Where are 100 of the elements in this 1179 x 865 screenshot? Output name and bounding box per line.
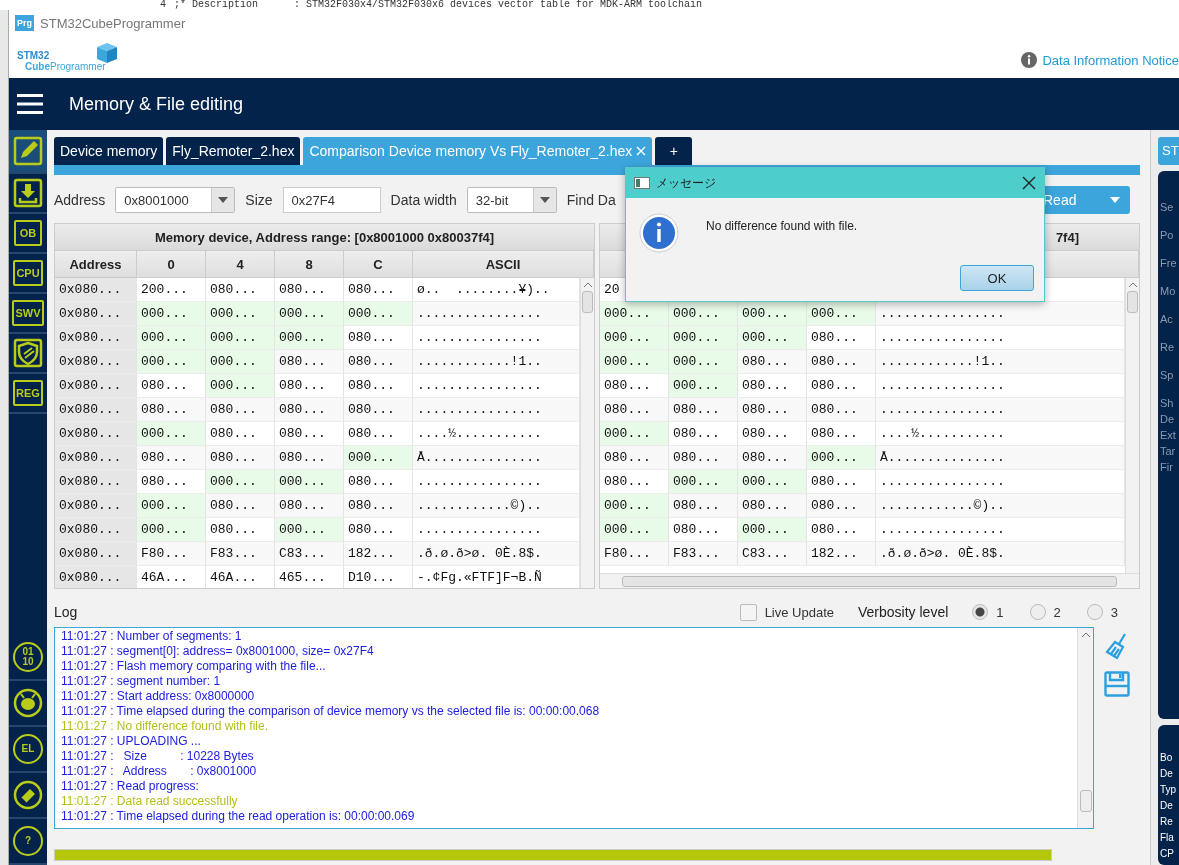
table-cell: 46A... (206, 566, 275, 588)
panel-label: Mo (1160, 284, 1177, 297)
panel-label: Re (1160, 815, 1174, 829)
panel-label: Tar (1160, 444, 1177, 457)
table-title: Memory device, Address range: [0x8001000 0x80037f4] (55, 224, 594, 251)
sidebar-label: EL (13, 734, 43, 764)
section-title: Log (54, 604, 78, 620)
table-cell: 000... (600, 302, 669, 326)
radio-button[interactable] (972, 604, 989, 620)
scrollbar[interactable] (1125, 278, 1139, 573)
scroll-thumb[interactable] (1127, 291, 1138, 313)
scrollbar[interactable] (1077, 628, 1093, 828)
table-cell: 182... (807, 542, 876, 566)
table-cell: 0x080... (55, 566, 137, 588)
table-cell: D10... (344, 566, 413, 588)
field-label: Verbosity level (858, 604, 949, 620)
log-line: 11:01:27 : Address : 0x8001000 (61, 764, 258, 779)
table-cell: 000... (669, 470, 738, 494)
column-header[interactable]: Address (55, 251, 137, 277)
table-cell: 000... (206, 302, 275, 326)
app-icon: Prg (15, 15, 34, 31)
panel-label: Ext (1160, 428, 1177, 441)
menu-icon[interactable] (17, 94, 43, 114)
column-header[interactable]: 0 (137, 251, 206, 277)
scroll-thumb[interactable] (622, 575, 1117, 587)
table-cell: 0x080... (55, 350, 137, 374)
caret-icon (539, 197, 550, 203)
table-cell: 000... (738, 302, 807, 326)
table-cell: 0x080... (55, 518, 137, 542)
sidebar-label: ? (13, 826, 43, 856)
close-icon[interactable] (1022, 176, 1036, 190)
log-line: 11:01:27 : Time elapsed during the read operation is: 00:00:00.069 (61, 809, 416, 824)
input-field[interactable]: 0x27F4 (282, 187, 381, 213)
panel-label: De (1160, 412, 1176, 425)
sidebar-label: SWV (12, 300, 44, 326)
checkbox-label: Live Update (764, 604, 834, 620)
table-cell: 000... (807, 446, 876, 470)
table-cell: 000... (600, 350, 669, 374)
radio-button[interactable] (1086, 604, 1103, 620)
log-line: 11:01:27 : Start address: 0x8000000 (61, 689, 256, 704)
dropdown[interactable]: 0x8001000 (115, 187, 236, 213)
table-cell: 000... (137, 302, 206, 326)
dropdown[interactable]: 32-bit (466, 187, 557, 213)
table-cell: 000... (137, 350, 206, 374)
scroll-thumb[interactable] (582, 291, 593, 313)
field-label: Address (54, 192, 106, 208)
caret-icon (218, 197, 229, 203)
table-cell: C83... (738, 542, 807, 566)
page-title: Memory & File editing (69, 93, 244, 115)
code-line: ;* Description : STM32F030x4/STM32F030x6 devices vector table for MDK-ARM toolchain (174, 0, 703, 10)
table-cell: 000... (275, 518, 344, 542)
scroll-thumb[interactable] (1079, 790, 1092, 812)
table-cell: 000... (275, 302, 344, 326)
sidebar-button[interactable] (9, 130, 47, 174)
cube-icon (95, 42, 118, 64)
table-cell: 0x080... (55, 278, 137, 302)
table-cell: 000... (275, 326, 344, 350)
radio-label: 3 (1110, 604, 1118, 620)
scrollbar[interactable] (600, 573, 1139, 588)
column-header[interactable]: 8 (275, 251, 344, 277)
table-cell: 000... (600, 494, 669, 518)
table-cell: F80... (600, 542, 669, 566)
ok-button[interactable]: OK (960, 265, 1034, 291)
save-icon[interactable] (1104, 671, 1130, 697)
table-cell: 000... (738, 470, 807, 494)
add-tab-button[interactable]: + (655, 137, 693, 165)
field-label: Size (245, 192, 273, 208)
radio-button[interactable] (1029, 604, 1046, 620)
table-cell: 000... (275, 470, 344, 494)
window-title: STM32CubeProgrammer (40, 15, 186, 31)
log-line: 11:01:27 : No difference found with file. (61, 719, 270, 734)
table-cell: 0x080... (55, 422, 137, 446)
panel-label: Re (1160, 340, 1176, 353)
table-cell: 000... (206, 350, 275, 374)
table-cell: 000... (600, 326, 669, 350)
table-cell: 465... (275, 566, 344, 588)
log-line: 11:01:27 : Number of segments: 1 (61, 629, 243, 644)
sidebar-label: CPU (13, 260, 43, 286)
column-header[interactable]: ASCII (413, 251, 594, 277)
table-cell: 000... (137, 518, 206, 542)
pencil-icon (13, 136, 43, 166)
panel-label: Sh (1160, 396, 1175, 409)
shield-icon (13, 338, 43, 368)
scrollbar[interactable] (580, 278, 594, 588)
scroll-up-icon (1081, 632, 1090, 637)
table-cell: .ð.ø.ð>ø. 0È.8$. (876, 542, 1125, 566)
table-cell: 0x080... (55, 302, 137, 326)
panel-label: Sp (1160, 368, 1175, 381)
table-cell: 46A... (137, 566, 206, 588)
table-cell: 0x080... (55, 542, 137, 566)
log-line: 11:01:27 : Data read successfully (61, 794, 239, 809)
checkbox[interactable] (739, 603, 757, 621)
tab[interactable]: Fly_Remoter_2.hex (166, 137, 301, 165)
logo-text: STM32 (17, 50, 51, 61)
sidebar-label: 01 10 (13, 642, 43, 672)
column-header[interactable]: 4 (206, 251, 275, 277)
column-header[interactable]: C (344, 251, 413, 277)
field-label: Find Da (566, 192, 616, 208)
radio-label: 1 (996, 604, 1004, 620)
tab[interactable]: Device memory (54, 137, 164, 165)
